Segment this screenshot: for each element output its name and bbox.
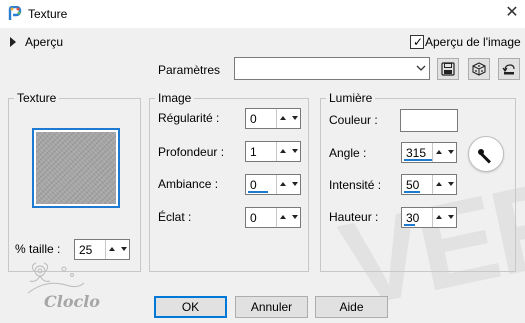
light-group-title: Lumière — [326, 91, 376, 105]
ambiance-level-bar — [248, 191, 268, 193]
light-color-swatch[interactable] — [400, 109, 458, 132]
shine-value: 0 — [250, 211, 257, 225]
height-level-bar — [404, 224, 415, 226]
expand-arrow-icon[interactable] — [10, 37, 16, 47]
angle-label: Angle : — [329, 146, 367, 160]
decrement-arrow-icon[interactable] — [118, 240, 130, 259]
regularity-spinbox[interactable]: 0 — [245, 108, 301, 129]
dice-icon — [472, 62, 486, 76]
shine-spinbox[interactable]: 0 — [245, 207, 301, 228]
dial-center-icon — [478, 149, 484, 155]
size-value: 25 — [79, 243, 93, 257]
save-preset-button[interactable] — [437, 58, 459, 80]
angle-stepper — [432, 143, 456, 162]
shine-stepper — [276, 208, 300, 227]
decrement-arrow-icon[interactable] — [289, 208, 301, 227]
height-stepper — [432, 208, 456, 227]
title-bar — [0, 0, 525, 28]
size-label: % taille : — [15, 242, 61, 256]
increment-arrow-icon[interactable] — [433, 143, 445, 162]
decrement-arrow-icon[interactable] — [445, 208, 457, 227]
height-value: 30 — [406, 211, 420, 225]
image-group-title: Image — [155, 91, 195, 105]
angle-level-bar — [404, 159, 432, 161]
close-icon[interactable]: ✕ — [503, 3, 521, 23]
preview-image-label[interactable]: Aperçu de l'image — [425, 35, 521, 49]
paintshop-app-icon — [8, 6, 22, 20]
shine-label: Éclat : — [158, 210, 192, 224]
help-button[interactable]: Aide — [315, 296, 388, 318]
decrement-arrow-icon[interactable] — [445, 175, 457, 194]
checkmark-icon: ✓ — [413, 35, 424, 49]
reset-arrow-icon — [502, 64, 515, 75]
apercu-toggle-label[interactable]: Aperçu — [25, 35, 63, 49]
decrement-arrow-icon[interactable] — [289, 109, 301, 128]
floppy-disk-icon — [441, 62, 455, 76]
intensity-spinbox[interactable]: 50 — [401, 174, 457, 195]
logo-text: Cloclo — [44, 292, 100, 311]
increment-arrow-icon[interactable] — [433, 208, 445, 227]
ambiance-stepper — [276, 175, 300, 194]
depth-label: Profondeur : — [158, 145, 225, 159]
flower-logo-icon — [27, 262, 85, 294]
preview-image-checkbox[interactable]: ✓ — [410, 35, 424, 49]
decrement-arrow-icon[interactable] — [289, 142, 301, 161]
size-stepper — [105, 240, 129, 259]
randomize-button[interactable] — [468, 58, 490, 80]
ambiance-value: 0 — [250, 178, 257, 192]
increment-arrow-icon[interactable] — [277, 109, 289, 128]
ambiance-spinbox[interactable]: 0 — [245, 174, 301, 195]
texture-swatch-image — [36, 132, 116, 204]
window-title: Texture — [28, 7, 68, 21]
angle-dial[interactable] — [468, 136, 504, 172]
texture-swatch[interactable] — [32, 128, 120, 208]
intensity-level-bar — [404, 191, 420, 193]
presets-dropdown[interactable] — [234, 57, 430, 80]
ambiance-label: Ambiance : — [158, 177, 219, 191]
increment-arrow-icon[interactable] — [106, 240, 118, 259]
height-spinbox[interactable]: 30 — [401, 207, 457, 228]
intensity-value: 50 — [406, 178, 420, 192]
angle-value: 315 — [406, 146, 427, 160]
ok-button[interactable]: OK — [154, 296, 227, 318]
texture-group-title: Texture — [14, 91, 60, 105]
depth-value: 1 — [250, 145, 257, 159]
decrement-arrow-icon[interactable] — [445, 143, 457, 162]
reset-button[interactable] — [498, 58, 520, 80]
depth-stepper — [276, 142, 300, 161]
cancel-button[interactable]: Annuler — [235, 296, 308, 318]
intensity-label: Intensité : — [329, 178, 382, 192]
size-spinbox[interactable]: 25 — [74, 239, 130, 260]
intensity-stepper — [432, 175, 456, 194]
increment-arrow-icon[interactable] — [277, 208, 289, 227]
regularity-label: Régularité : — [158, 111, 220, 125]
decrement-arrow-icon[interactable] — [289, 175, 301, 194]
chevron-down-icon — [416, 65, 426, 71]
depth-spinbox[interactable]: 1 — [245, 141, 301, 162]
increment-arrow-icon[interactable] — [277, 175, 289, 194]
color-label: Couleur : — [329, 113, 378, 127]
regularity-stepper — [276, 109, 300, 128]
presets-label: Paramètres — [158, 63, 221, 77]
increment-arrow-icon[interactable] — [277, 142, 289, 161]
height-label: Hauteur : — [329, 210, 379, 224]
increment-arrow-icon[interactable] — [433, 175, 445, 194]
regularity-value: 0 — [250, 112, 257, 126]
angle-spinbox[interactable]: 315 — [401, 142, 457, 163]
